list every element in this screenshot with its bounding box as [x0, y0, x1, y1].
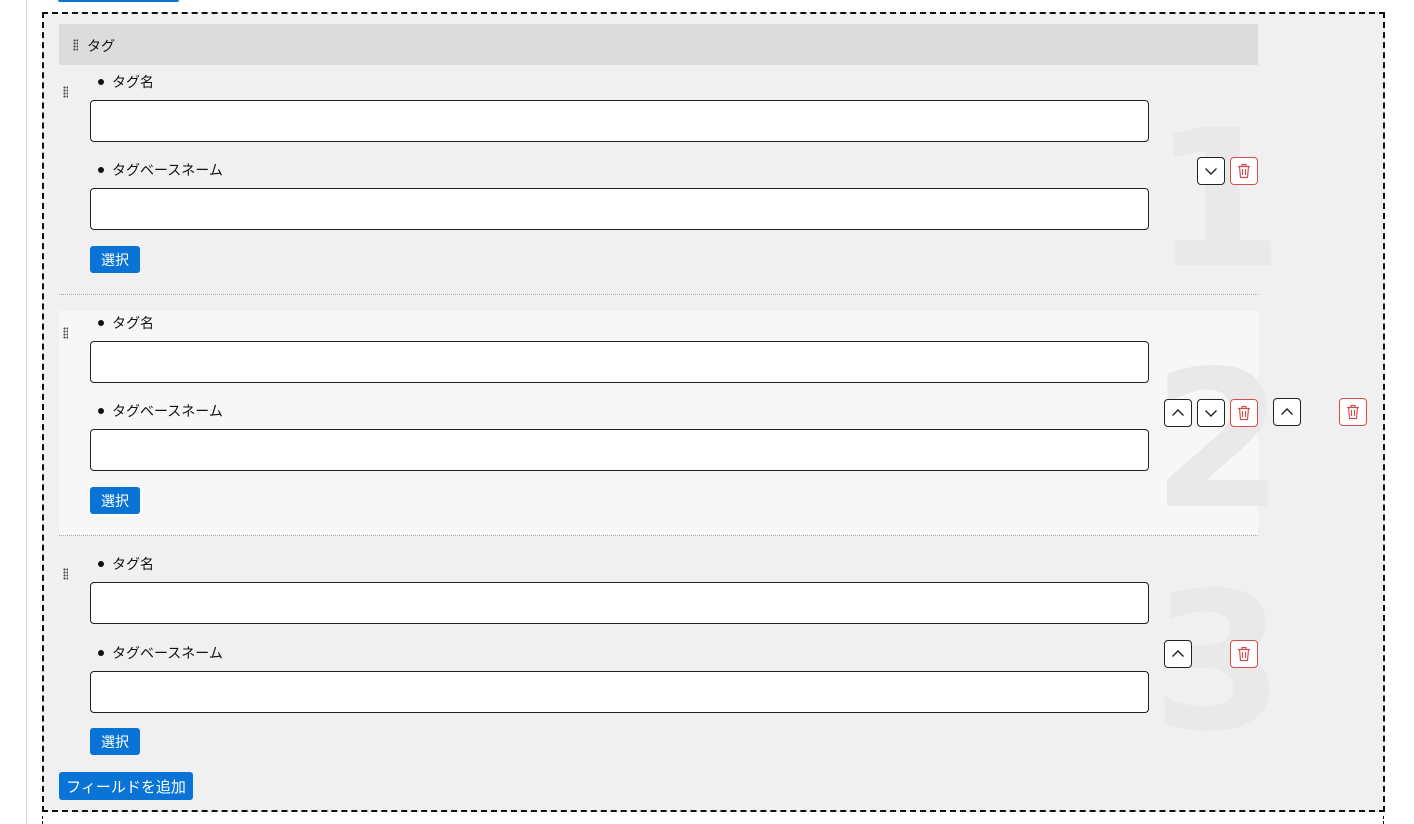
move-down-button[interactable] [1197, 157, 1225, 185]
trash-icon [1238, 646, 1250, 662]
group-delete-button[interactable] [1339, 398, 1367, 426]
tag-name-input[interactable] [90, 100, 1149, 142]
move-down-button[interactable] [1197, 399, 1225, 427]
group-move-up-button[interactable] [1273, 398, 1301, 426]
tag-basename-input[interactable] [90, 188, 1149, 230]
tag-basename-input[interactable] [90, 429, 1149, 471]
tag-basename-input[interactable] [90, 671, 1149, 713]
row-separator [59, 535, 1258, 536]
repeat-row-1: 1 タグ名 タグベースネーム 選択 [59, 65, 1284, 295]
chevron-down-icon [1205, 168, 1217, 175]
row-separator [59, 294, 1258, 295]
repeat-row-3: 3 タグ名 タグベースネーム 選択 [59, 548, 1284, 764]
select-button[interactable]: 選択 [90, 246, 140, 273]
previous-button-edge[interactable] [58, 0, 179, 2]
chevron-up-icon [1281, 408, 1293, 415]
chevron-down-icon [1205, 410, 1217, 417]
tag-name-input[interactable] [90, 582, 1149, 624]
chevron-up-icon [1172, 409, 1184, 416]
trash-icon [1347, 404, 1359, 420]
row-number: 1 [1152, 89, 1285, 310]
trash-icon [1238, 405, 1250, 421]
field-label-tag-basename: タグベースネーム [98, 643, 223, 663]
field-label-tag-basename: タグベースネーム [98, 401, 223, 421]
select-button[interactable]: 選択 [90, 487, 140, 514]
drag-handle-icon[interactable] [63, 327, 68, 339]
move-up-button[interactable] [1164, 640, 1192, 668]
row-number: 2 [1152, 330, 1285, 551]
tag-name-input[interactable] [90, 341, 1149, 383]
delete-row-button[interactable] [1230, 399, 1258, 427]
select-button[interactable]: 選択 [90, 728, 140, 755]
field-label-tag-basename: タグベースネーム [98, 160, 223, 180]
delete-row-button[interactable] [1230, 640, 1258, 668]
field-label-tag-name: タグ名 [98, 72, 154, 92]
group-title: タグ [87, 39, 115, 55]
chevron-up-icon [1172, 650, 1184, 657]
drag-handle-icon[interactable] [63, 568, 68, 580]
group-header[interactable]: タグ [59, 24, 1258, 65]
repeat-row-2: 2 タグ名 タグベースネーム 選択 [59, 311, 1284, 536]
trash-icon [1238, 163, 1250, 179]
move-up-button[interactable] [1164, 399, 1192, 427]
next-group-border [42, 816, 1384, 824]
drag-handle-icon[interactable] [73, 39, 78, 51]
field-label-tag-name: タグ名 [98, 554, 154, 574]
delete-row-button[interactable] [1230, 157, 1258, 185]
field-label-tag-name: タグ名 [98, 313, 154, 333]
page-left-rule [26, 0, 27, 824]
drag-handle-icon[interactable] [63, 86, 68, 98]
add-field-button[interactable]: フィールドを追加 [59, 772, 193, 800]
